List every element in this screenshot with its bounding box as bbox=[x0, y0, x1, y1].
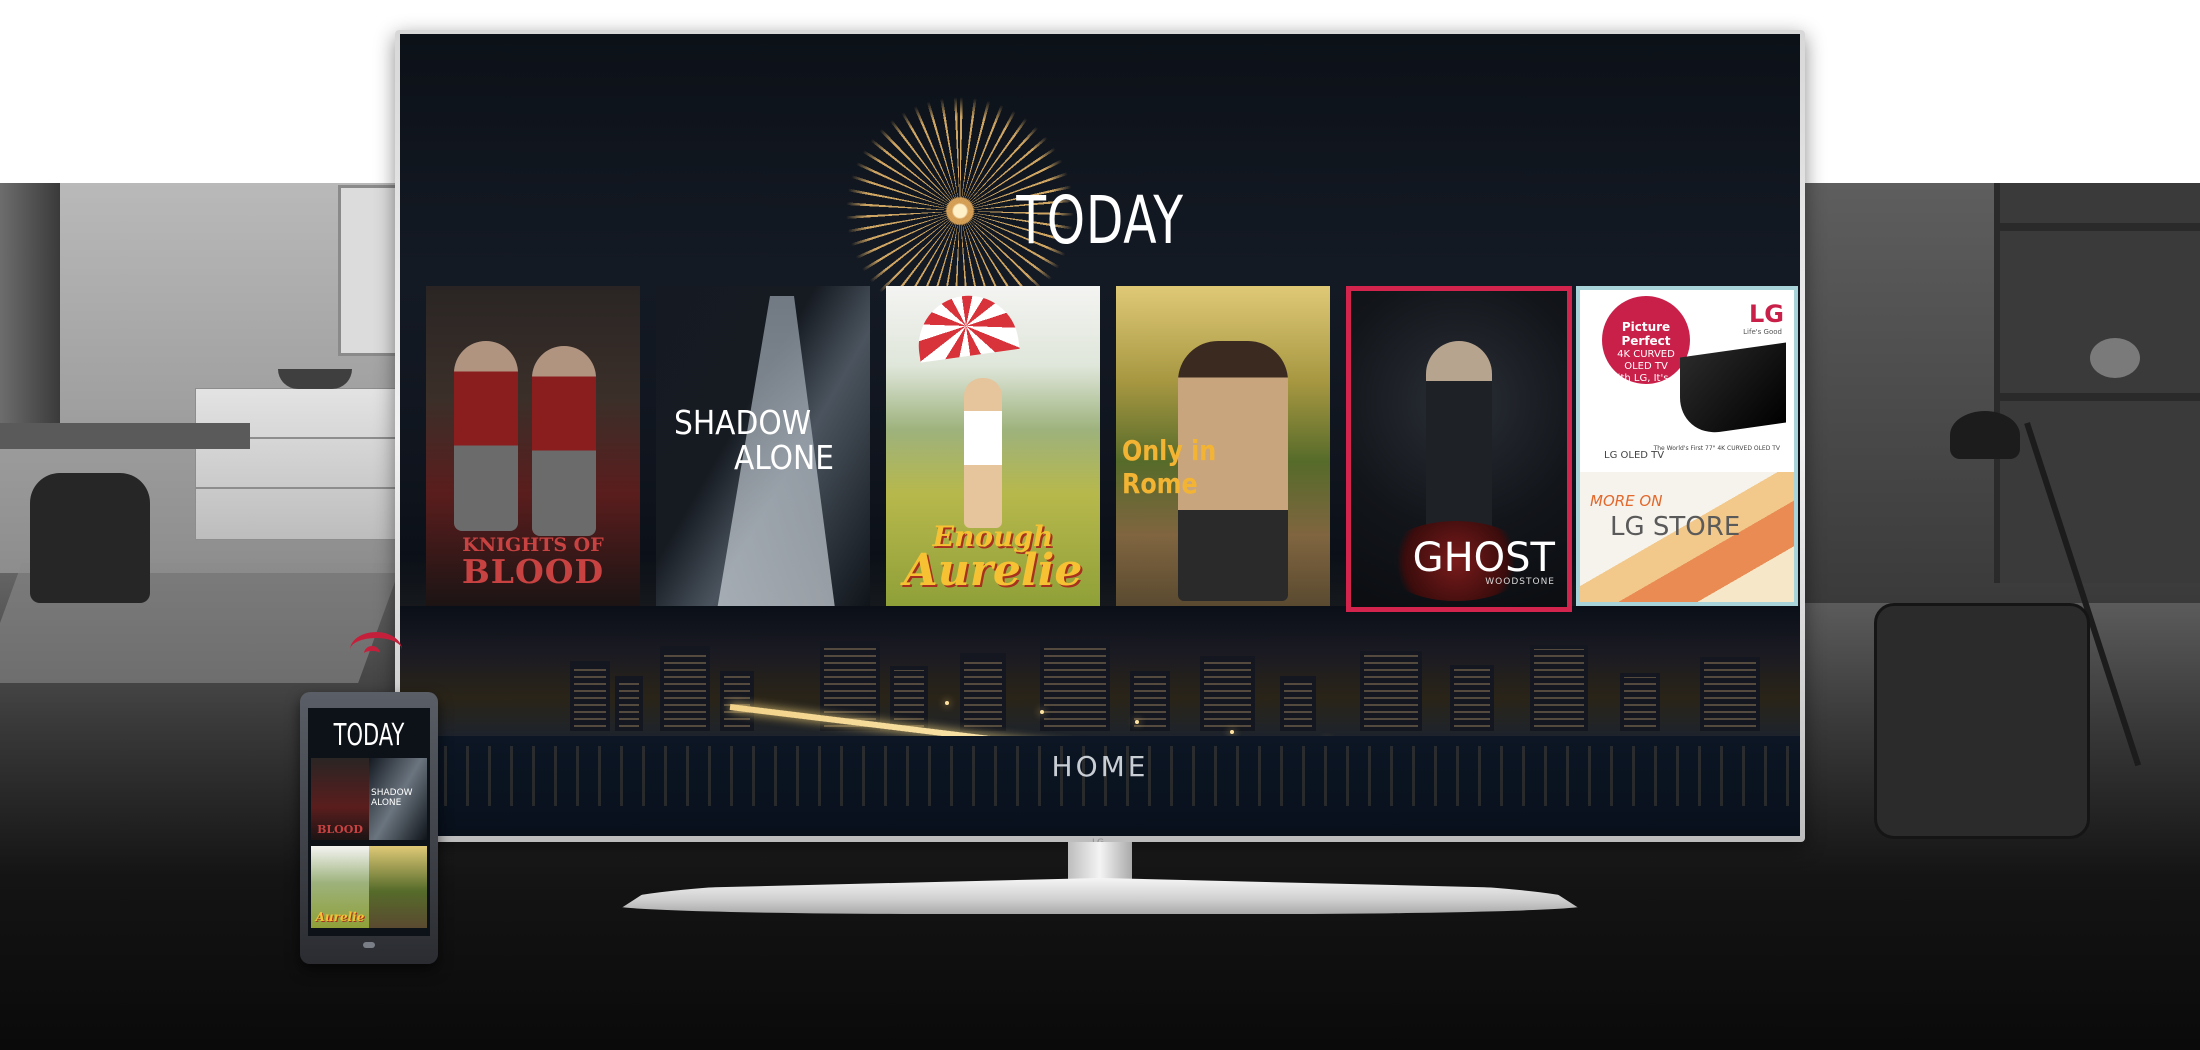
phone-tile-shadow-alone[interactable]: SHADOW ALONE bbox=[369, 758, 427, 840]
room-cabinet bbox=[195, 388, 397, 540]
poster-figure bbox=[532, 346, 596, 536]
content-tile-only-in-rome[interactable]: Only in Rome bbox=[1116, 286, 1330, 606]
lg-logo: LG bbox=[1749, 300, 1784, 328]
building bbox=[890, 666, 928, 731]
curved-tv-image bbox=[1680, 342, 1786, 438]
tile-title: GHOST WOODSTONE bbox=[1413, 538, 1555, 587]
room-bowl bbox=[278, 369, 352, 389]
ad-lg-store[interactable]: MORE ON LG STORE bbox=[1580, 472, 1794, 602]
room-wall-frame bbox=[338, 185, 402, 356]
phone-tile-knights-of-blood[interactable]: BLOOD bbox=[311, 758, 369, 840]
cast-icon bbox=[350, 632, 402, 668]
home-label[interactable]: HOME bbox=[400, 750, 1800, 783]
tile-title: Only in Rome bbox=[1122, 434, 1217, 500]
room-shelf bbox=[1994, 183, 2200, 583]
poster-umbrella bbox=[912, 289, 1020, 363]
lg-tagline: Life's Good bbox=[1743, 328, 1782, 336]
ad-circle-line2: 4K CURVED OLED TV bbox=[1617, 348, 1675, 372]
ad-product-note: The World's First 77" 4K CURVED OLED TV bbox=[1653, 445, 1780, 452]
room-window bbox=[0, 183, 60, 443]
building bbox=[960, 653, 1006, 731]
room-armchair bbox=[1874, 603, 2090, 839]
tile-title-line2: ALONE bbox=[734, 437, 834, 477]
tile-title-line1: GHOST bbox=[1412, 535, 1555, 581]
ad-circle-line3: With LG, It's All Possible bbox=[1608, 372, 1684, 396]
content-tile-shadow-alone[interactable]: SHADOW ALONE bbox=[656, 286, 870, 606]
store-line2: LG STORE bbox=[1610, 512, 1741, 542]
building bbox=[570, 661, 610, 731]
phone-tile-label: Aurelie bbox=[315, 910, 365, 924]
tile-title: Enough Aurelie bbox=[886, 522, 1100, 597]
poster-figure bbox=[1426, 341, 1492, 541]
building bbox=[1280, 676, 1316, 731]
building bbox=[1200, 656, 1255, 731]
room-desk bbox=[0, 423, 250, 449]
building bbox=[615, 676, 643, 731]
phone-screen: TODAY BLOOD SHADOW ALONE Aurelie bbox=[308, 708, 430, 936]
tile-title-line2: BLOOD bbox=[461, 552, 605, 591]
room-plant bbox=[2090, 338, 2140, 378]
building bbox=[1360, 651, 1422, 731]
tile-title: KNIGHTS OF BLOOD bbox=[426, 536, 640, 591]
room-chair bbox=[30, 473, 150, 603]
buildings bbox=[400, 636, 1800, 731]
ad-circle-title: Picture Perfect bbox=[1621, 320, 1671, 349]
street-light bbox=[945, 701, 949, 705]
phone-tile-enough-aurelie[interactable]: Aurelie bbox=[311, 846, 369, 928]
building bbox=[720, 671, 754, 731]
street-light bbox=[1135, 720, 1139, 724]
phone-title: TODAY bbox=[333, 718, 405, 753]
ad-circle-badge: Picture Perfect 4K CURVED OLED TV With L… bbox=[1602, 296, 1690, 396]
tile-title-line1: SHADOW bbox=[674, 403, 812, 442]
building bbox=[1450, 665, 1494, 731]
tile-title-line2: Aurelie bbox=[903, 545, 1083, 597]
building bbox=[1620, 673, 1660, 731]
city-skyline-background bbox=[400, 606, 1800, 836]
building bbox=[1040, 639, 1110, 731]
store-line1: MORE ON bbox=[1590, 492, 1663, 510]
tile-title: SHADOW ALONE bbox=[674, 403, 834, 477]
phone-home-button[interactable] bbox=[363, 942, 375, 948]
phone-tile-only-in-rome[interactable] bbox=[369, 846, 427, 928]
smartphone: TODAY BLOOD SHADOW ALONE Aurelie bbox=[300, 692, 438, 964]
street-light bbox=[1230, 730, 1234, 734]
building bbox=[660, 646, 710, 731]
building bbox=[1530, 645, 1588, 731]
content-tile-knights-of-blood[interactable]: KNIGHTS OF BLOOD bbox=[426, 286, 640, 606]
building bbox=[1700, 657, 1760, 731]
tv-screen: TODAY KNIGHTS OF BLOOD SHADOW ALONE Enou… bbox=[400, 34, 1800, 836]
content-tile-enough-aurelie[interactable]: Enough Aurelie bbox=[886, 286, 1100, 606]
poster-figure bbox=[454, 341, 518, 531]
content-tile-ghost-selected[interactable]: GHOST WOODSTONE bbox=[1346, 286, 1572, 612]
street-light bbox=[1040, 710, 1044, 714]
page-title: TODAY bbox=[1016, 182, 1184, 259]
room-lamp-head bbox=[1950, 411, 2020, 459]
ad-oled-tv[interactable]: Picture Perfect 4K CURVED OLED TV With L… bbox=[1580, 290, 1794, 468]
phone-tile-label: SHADOW ALONE bbox=[371, 788, 413, 808]
content-tile-lg-ad[interactable]: Picture Perfect 4K CURVED OLED TV With L… bbox=[1576, 286, 1798, 606]
poster-figure bbox=[964, 378, 1002, 528]
phone-tile-label: BLOOD bbox=[317, 823, 363, 836]
